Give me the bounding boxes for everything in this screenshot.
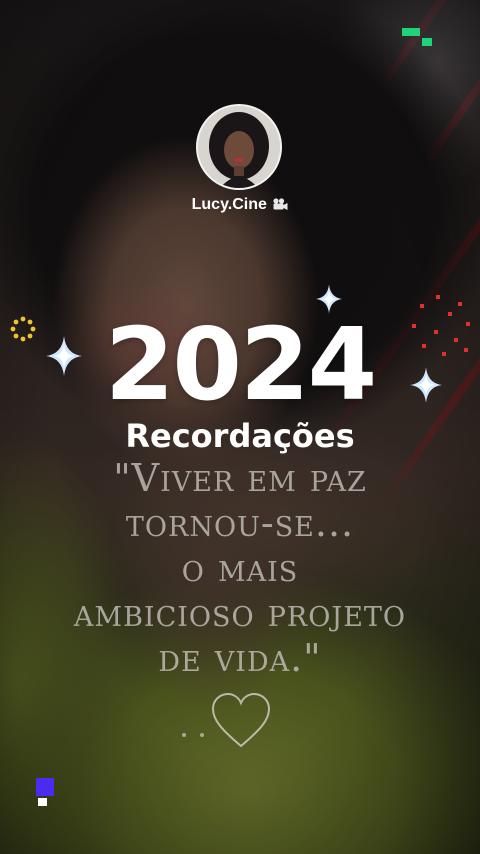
quote-text: "Viver em paz tornou-se... o mais ambici… bbox=[20, 456, 460, 681]
dotted-ring-decoration bbox=[10, 316, 36, 342]
pixel-decoration-blue bbox=[36, 778, 54, 806]
quote-line: tornou-se... bbox=[125, 501, 355, 545]
quote-line: de vida." bbox=[158, 636, 322, 680]
movie-camera-icon bbox=[273, 198, 288, 210]
pixel-decoration-green bbox=[402, 28, 432, 46]
username-label[interactable]: Lucy.Cine bbox=[140, 196, 340, 214]
quote-line: o mais bbox=[181, 546, 299, 590]
subtitle-heading: Recordações bbox=[125, 417, 355, 455]
username-text: Lucy.Cine bbox=[191, 196, 267, 213]
story-frame: Lucy.Cine 2024 Recordações "Viver em paz… bbox=[0, 0, 480, 854]
quote-line: "Viver em paz bbox=[113, 456, 367, 500]
year-heading: 2024 bbox=[104, 306, 377, 423]
dots-decoration bbox=[182, 733, 204, 737]
heart-outline-icon bbox=[211, 692, 271, 748]
avatar[interactable] bbox=[196, 104, 282, 190]
quote-line: ambicioso projeto bbox=[73, 591, 407, 635]
